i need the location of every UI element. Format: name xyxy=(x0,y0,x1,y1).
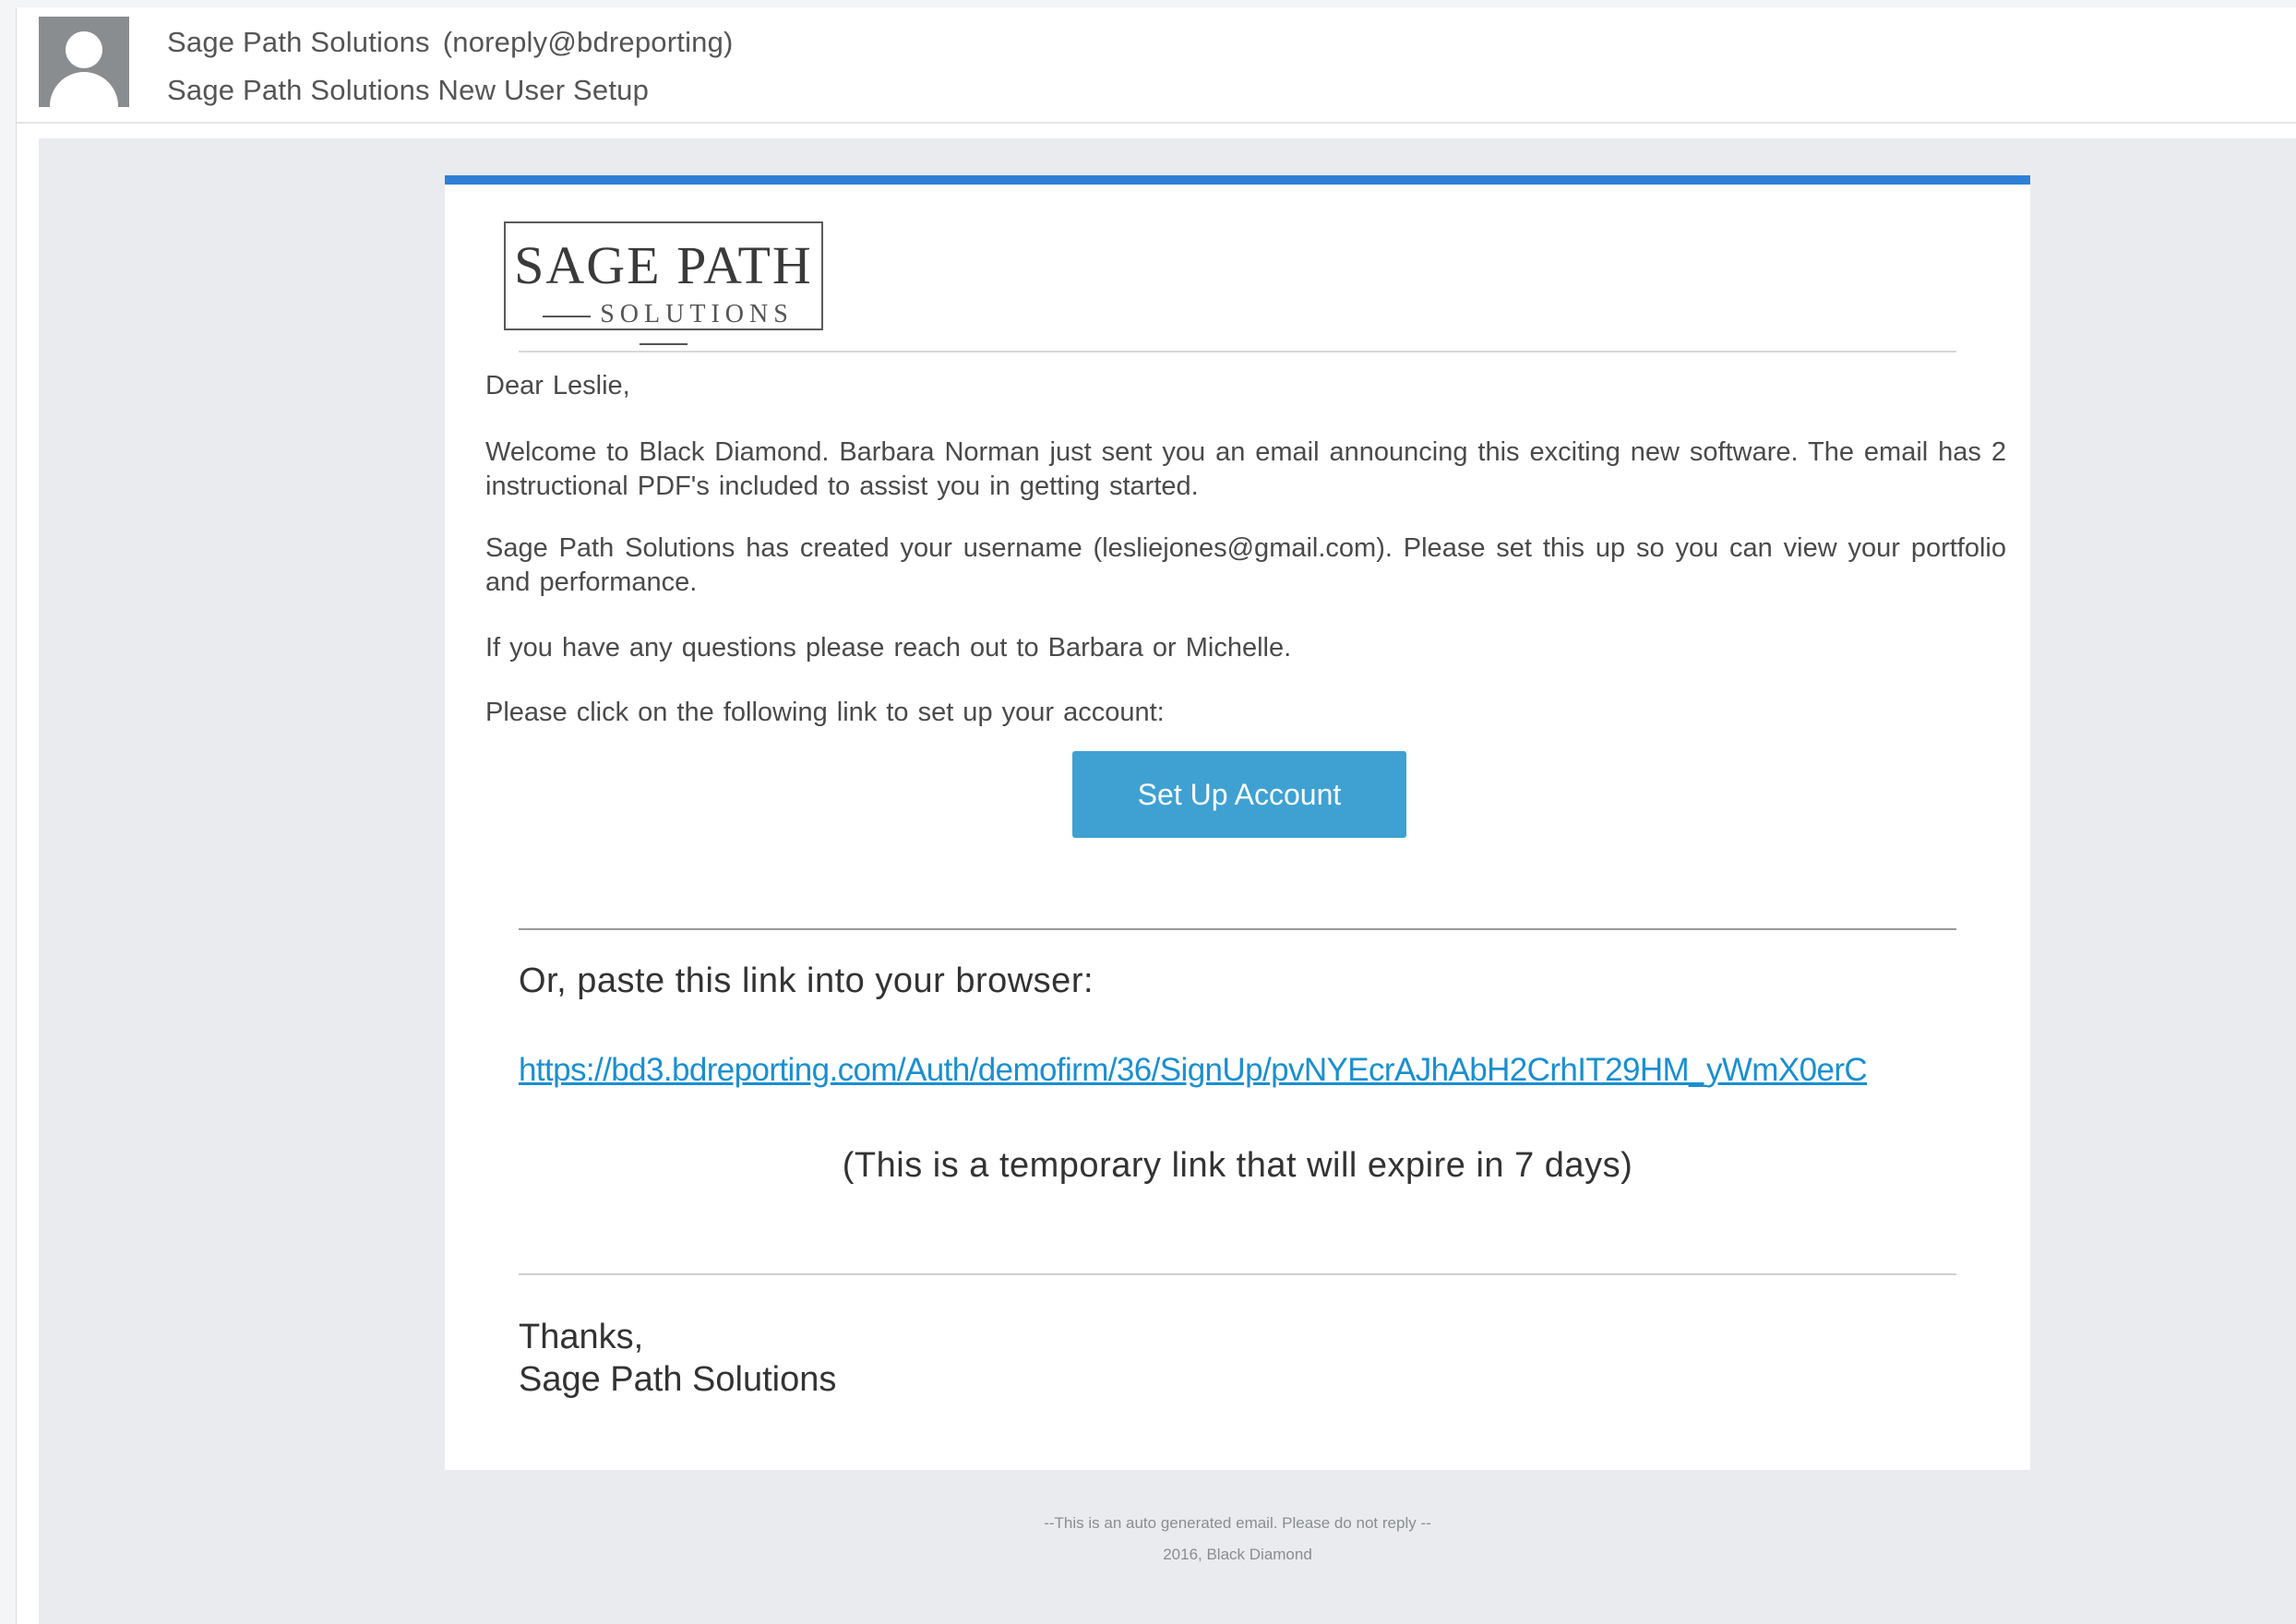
divider-middle xyxy=(519,928,1956,930)
email-footer: --This is an auto generated email. Pleas… xyxy=(445,1508,2030,1570)
logo-subtitle: SOLUTIONS xyxy=(506,301,821,356)
sender-name[interactable]: Sage Path Solutions xyxy=(167,26,430,58)
footer-auto-generated-note: --This is an auto generated email. Pleas… xyxy=(1044,1514,1431,1532)
signoff-company: Sage Path Solutions xyxy=(519,1360,837,1399)
welcome-paragraph: Welcome to Black Diamond. Barbara Norman… xyxy=(485,437,2006,501)
signup-link[interactable]: https://bd3.bdreporting.com/Auth/demofir… xyxy=(519,1052,1868,1089)
footer-copyright: 2016, Black Diamond xyxy=(1163,1546,1312,1563)
email-header: Sage Path Solutions (noreply@bdreporting)… xyxy=(17,7,2296,124)
expire-note: (This is a temporary link that will expi… xyxy=(842,1146,1633,1185)
logo-subtitle-text: SOLUTIONS xyxy=(600,300,794,328)
email-subject: Sage Path Solutions New User Setup xyxy=(167,74,650,106)
paste-link-label: Or, paste this link into your browser: xyxy=(519,961,1094,1000)
logo-title: SAGE PATH xyxy=(514,235,813,295)
email-viewer-window: Sage Path Solutions (noreply@bdreporting)… xyxy=(16,7,2296,1624)
instruction-paragraph: Please click on the following link to se… xyxy=(485,698,1165,727)
set-up-account-button[interactable]: Set Up Account xyxy=(1072,751,1406,838)
avatar-body-shape xyxy=(50,72,118,107)
email-body: SAGE PATH SOLUTIONS Dear Leslie, Welcome… xyxy=(39,138,2296,1624)
username-paragraph: Sage Path Solutions has created your use… xyxy=(485,533,2006,597)
questions-paragraph: If you have any questions please reach o… xyxy=(485,633,1292,663)
divider-top xyxy=(519,351,1956,352)
avatar-head-shape xyxy=(66,31,102,68)
sage-path-logo: SAGE PATH SOLUTIONS xyxy=(504,221,823,330)
signoff: Thanks, Sage Path Solutions xyxy=(519,1316,836,1401)
default-user-avatar-icon xyxy=(39,17,129,107)
divider-bottom xyxy=(519,1273,1956,1275)
email-card: SAGE PATH SOLUTIONS Dear Leslie, Welcome… xyxy=(445,175,2030,1470)
greeting: Dear Leslie, xyxy=(485,371,630,400)
sender-line: Sage Path Solutions (noreply@bdreporting) xyxy=(167,26,734,59)
signoff-thanks: Thanks, xyxy=(519,1318,644,1356)
sender-email[interactable]: (noreply@bdreporting) xyxy=(443,26,734,58)
